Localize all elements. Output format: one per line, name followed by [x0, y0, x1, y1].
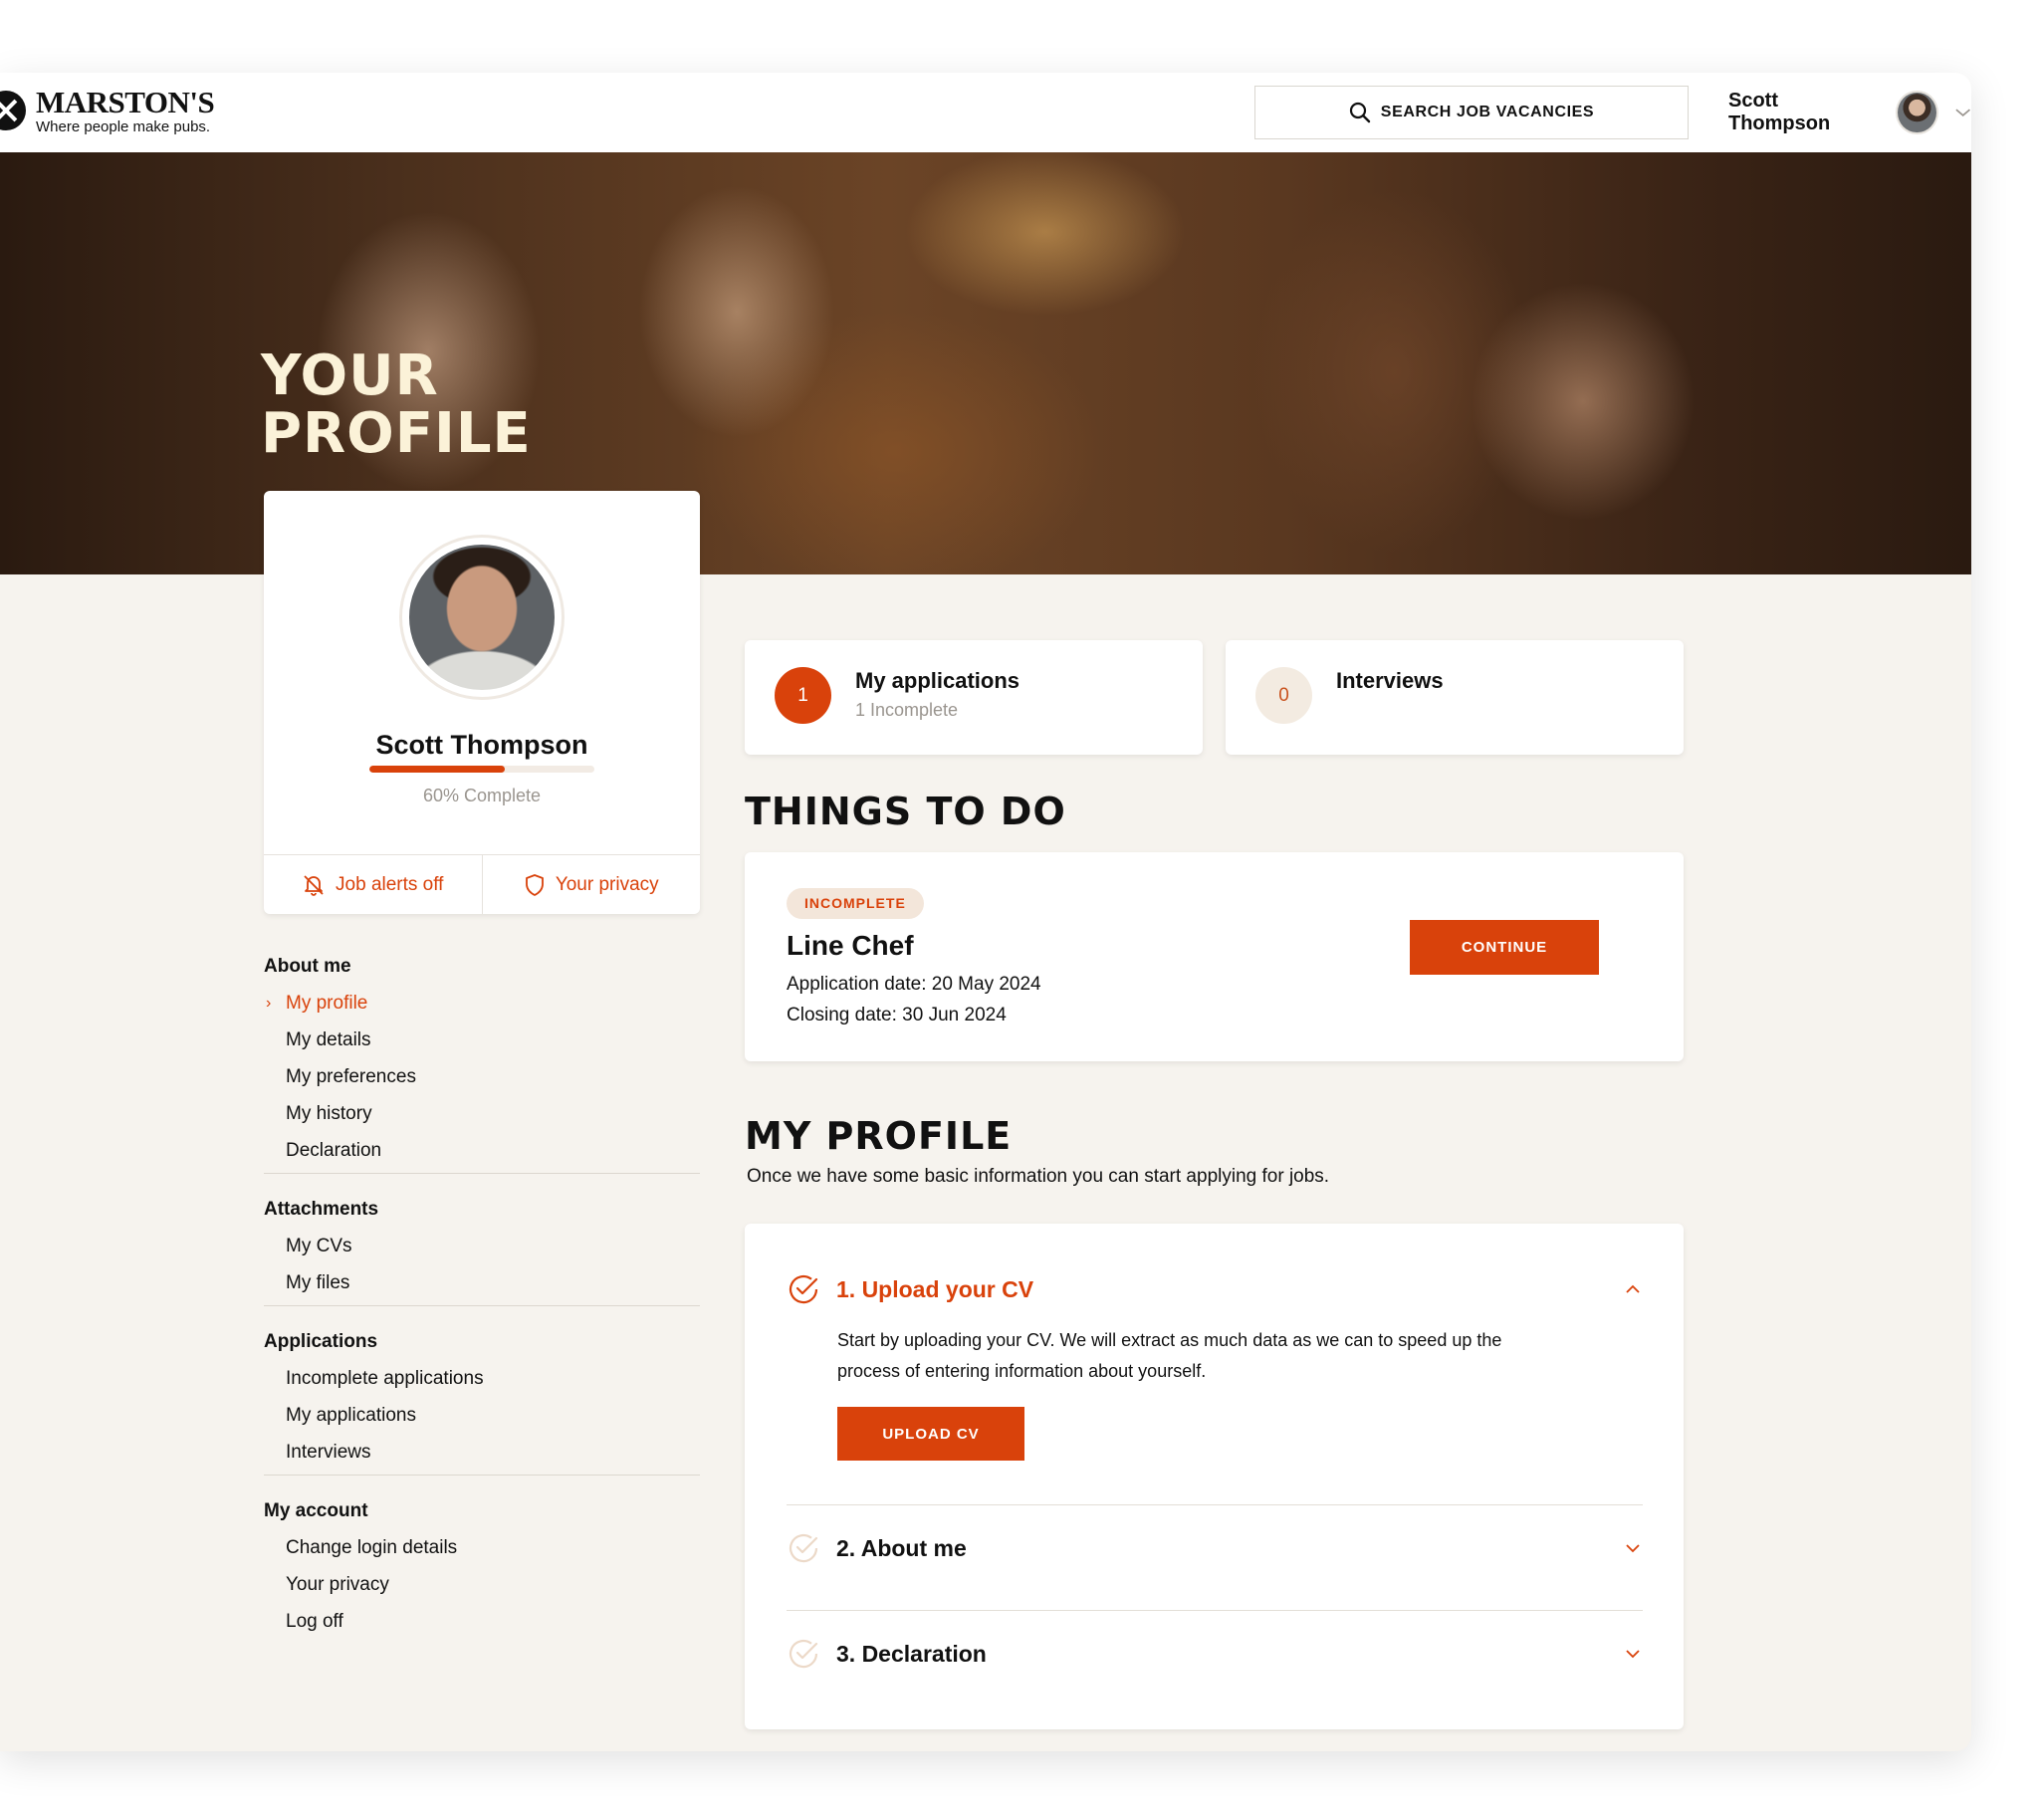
application-date: Application date: 20 May 2024: [787, 974, 1041, 995]
sidebar-item-label: Change login details: [286, 1537, 458, 1558]
top-navigation-bar: MARSTON'S Where people make pubs. SEARCH…: [0, 73, 1971, 152]
step-about-me-label: 2. About me: [836, 1534, 967, 1561]
header-user-name: Scott Thompson: [1728, 90, 1831, 134]
profile-steps-accordion: 1. Upload your CV Start by uploading you…: [745, 1224, 1684, 1729]
applications-count-badge: 1: [775, 667, 831, 724]
profile-name: Scott Thompson: [375, 730, 588, 760]
interviews-count-badge: 0: [1255, 667, 1312, 724]
todo-application-card: INCOMPLETE Line Chef Application date: 2…: [745, 852, 1684, 1061]
page-title-line-2: PROFILE: [261, 401, 532, 466]
logo-mark-icon: [0, 91, 26, 130]
my-profile-heading: MY PROFILE: [745, 1114, 1013, 1158]
check-circle-icon: [789, 1639, 818, 1669]
step-about-me-header[interactable]: 2. About me: [787, 1528, 1643, 1568]
nav-group: Attachments My CVs My files: [264, 1192, 700, 1306]
sidebar-item-your-privacy[interactable]: Your privacy: [264, 1566, 700, 1603]
sidebar-item-label: My details: [286, 1029, 371, 1050]
applications-title: My applications: [855, 668, 1020, 693]
nav-group-heading: Applications: [264, 1331, 378, 1352]
bell-off-icon: [304, 874, 324, 896]
check-circle-icon: [789, 1274, 818, 1304]
sidebar-item-label: My preferences: [286, 1066, 416, 1087]
nav-group-heading: My account: [264, 1500, 368, 1521]
step-declaration-header[interactable]: 3. Declaration: [787, 1634, 1643, 1674]
nav-group-heading: Attachments: [264, 1199, 379, 1220]
brand-tagline: Where people make pubs.: [36, 118, 211, 135]
sidebar-item-label: My profile: [286, 993, 368, 1014]
sidebar-item-label: My history: [286, 1103, 372, 1124]
step-upload-cv-description: Start by uploading your CV. We will extr…: [837, 1330, 1502, 1381]
sidebar-item-interviews[interactable]: Interviews: [264, 1434, 700, 1471]
marstons-logo[interactable]: MARSTON'S Where people make pubs.: [0, 85, 215, 135]
nav-group: My account Change login details Your priva…: [264, 1493, 700, 1644]
chevron-down-icon: [1626, 1650, 1640, 1659]
sidebar-item-incomplete-applications[interactable]: Incomplete applications: [264, 1360, 700, 1397]
sidebar-item-my-preferences[interactable]: My preferences: [264, 1058, 700, 1095]
sidebar-item-declaration[interactable]: Declaration: [264, 1132, 700, 1169]
chevron-down-icon: [1626, 1544, 1640, 1553]
nav-group-heading: About me: [264, 956, 351, 977]
job-title: Line Chef: [787, 930, 914, 961]
sidebar-item-label: Log off: [286, 1611, 343, 1632]
upload-cv-button[interactable]: UPLOAD CV: [837, 1407, 1024, 1461]
closing-date: Closing date: 30 Jun 2024: [787, 1005, 1007, 1025]
chevron-up-icon: [1626, 1284, 1640, 1293]
profile-summary-card: Scott Thompson 60% Complete Job alerts o…: [264, 491, 700, 914]
your-privacy-label: Your privacy: [555, 873, 659, 895]
status-badge: INCOMPLETE: [787, 888, 924, 919]
interviews-card[interactable]: 0 Interviews: [1226, 640, 1684, 755]
interviews-title: Interviews: [1336, 668, 1444, 693]
sidebar-item-log-off[interactable]: Log off: [264, 1603, 700, 1640]
sidebar-item-label: Incomplete applications: [286, 1368, 484, 1389]
brand-name: MARSTON'S: [36, 85, 215, 119]
app-window: MARSTON'S Where people make pubs. SEARCH…: [0, 73, 1971, 1751]
profile-complete-label: 60% Complete: [422, 786, 542, 805]
step-divider: [787, 1504, 1643, 1505]
check-circle-icon: [789, 1533, 818, 1563]
job-alerts-label: Job alerts off: [336, 873, 444, 895]
header-avatar: [1896, 91, 1938, 134]
profile-avatar[interactable]: [399, 535, 565, 700]
user-menu[interactable]: Scott Thompson: [1728, 88, 1971, 137]
nav-group: Applications Incomplete applications My ap…: [264, 1324, 700, 1476]
my-profile-intro: Once we have some basic information you …: [747, 1166, 1330, 1187]
page-title: YOUR PROFILE: [261, 347, 532, 463]
search-job-vacancies-button[interactable]: SEARCH JOB VACANCIES: [1254, 86, 1689, 139]
sidebar-item-label: Declaration: [286, 1140, 382, 1161]
sidebar-item-label: Interviews: [286, 1442, 371, 1463]
sidebar-item-my-details[interactable]: My details: [264, 1022, 700, 1058]
sidebar-item-label: My files: [286, 1272, 350, 1293]
step-upload-cv-header[interactable]: 1. Upload your CV: [787, 1269, 1643, 1309]
chevron-down-icon: [1955, 109, 1970, 117]
sidebar-item-my-applications[interactable]: My applications: [264, 1397, 700, 1434]
continue-button[interactable]: CONTINUE: [1410, 920, 1599, 975]
applications-subtitle: 1 Incomplete: [855, 700, 959, 720]
nav-group: About me › My profile My details My preferen…: [264, 949, 700, 1174]
sidebar-item-my-cvs[interactable]: My CVs: [264, 1228, 700, 1264]
sidebar-item-my-history[interactable]: My history: [264, 1095, 700, 1132]
chevron-right-icon: ›: [266, 995, 272, 1012]
profile-progress-bar: [369, 766, 594, 773]
sidebar-item-change-login-details[interactable]: Change login details: [264, 1529, 700, 1566]
sidebar-item-my-files[interactable]: My files: [264, 1264, 700, 1301]
shield-icon: [525, 873, 544, 896]
step-declaration-label: 3. Declaration: [836, 1640, 987, 1667]
my-applications-card[interactable]: 1 My applications 1 Incomplete: [745, 640, 1203, 755]
sidebar-item-label: My CVs: [286, 1236, 352, 1256]
sidebar-item-label: My applications: [286, 1405, 416, 1426]
your-privacy-link[interactable]: Your privacy: [481, 855, 701, 914]
job-alerts-toggle[interactable]: Job alerts off: [264, 855, 482, 914]
sidebar-navigation: About me › My profile My details My preferen…: [264, 949, 700, 1662]
page-title-line-1: YOUR: [261, 343, 439, 408]
step-divider: [787, 1610, 1643, 1611]
things-to-do-heading: THINGS TO DO: [745, 790, 1066, 833]
sidebar-item-label: Your privacy: [286, 1574, 389, 1595]
step-upload-cv-label: 1. Upload your CV: [836, 1275, 1034, 1302]
search-icon: [1349, 102, 1370, 123]
search-label: SEARCH JOB VACANCIES: [1380, 104, 1595, 120]
sidebar-item-my-profile[interactable]: › My profile: [264, 985, 700, 1022]
